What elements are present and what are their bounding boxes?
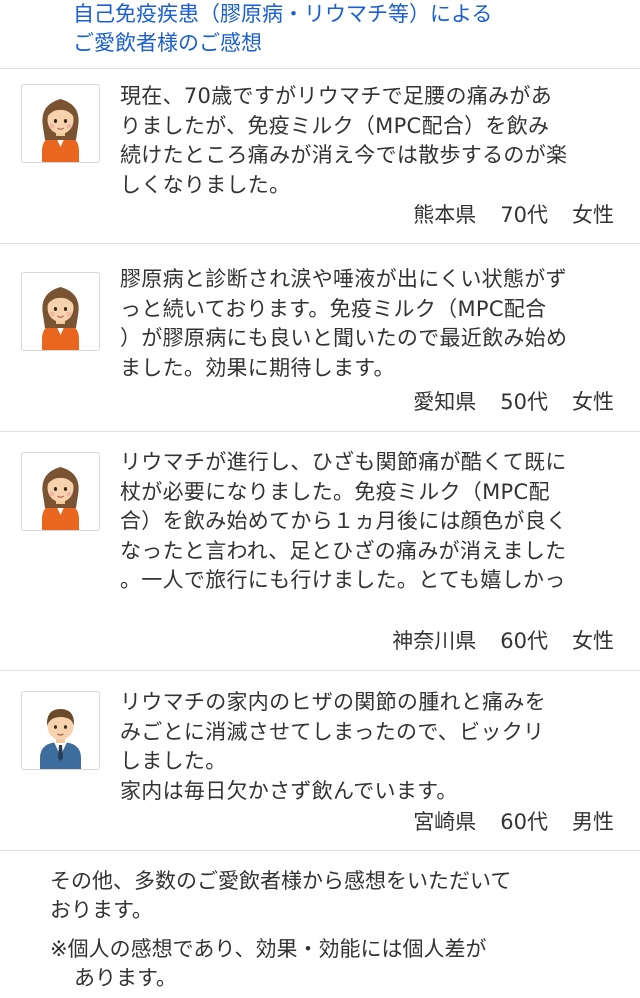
title-line: 自己免疫疾患（膠原病・リウマチ等）による <box>73 2 493 26</box>
footer-note: その他、多数のご愛飲者様から感想をいただいて おります。 <box>50 867 620 925</box>
testimonial-author: 宮崎県 60代 男性 <box>413 808 614 837</box>
testimonial-line: 続けたところ痛みが消え今では散歩するのが楽 <box>120 143 568 168</box>
testimonial-line: 。一人で旅行にも行けました。とても嬉しかっ <box>120 568 566 593</box>
author-gender: 女性 <box>572 390 614 414</box>
author-age: 70代 <box>500 203 548 227</box>
man-avatar-icon <box>21 691 100 770</box>
title-line: ご愛飲者様のご感想 <box>73 31 262 55</box>
footer-note-line: おります。 <box>50 898 153 922</box>
testimonial-line: しくなりました。 <box>120 172 291 197</box>
testimonial-text: 現在、70歳ですがリウマチで足腰の痛みがあ りましたが、免疫ミルク（MPC配合）… <box>120 82 630 200</box>
testimonial-author: 愛知県 50代 女性 <box>413 388 614 417</box>
author-gender: 女性 <box>572 203 614 227</box>
author-gender: 男性 <box>572 810 614 834</box>
testimonial-line: リウマチの家内のヒザの関節の腫れと痛みを <box>120 690 546 714</box>
author-age: 50代 <box>500 390 548 414</box>
woman-avatar-icon <box>21 452 100 531</box>
testimonial-text: 膠原病と診断され涙や唾液が出にくい状態がず っと続いております。免疫ミルク（MP… <box>120 265 630 383</box>
footer-note-line: その他、多数のご愛飲者様から感想をいただいて <box>50 869 512 893</box>
author-prefecture: 神奈川県 <box>392 629 477 653</box>
testimonial-line: ）が膠原病にも良いと聞いたので最近飲み始め <box>120 326 568 351</box>
testimonial-line: 杖が必要になりました。免疫ミルク（MPC配 <box>120 479 550 504</box>
woman-avatar-icon <box>21 84 100 163</box>
author-age: 60代 <box>500 810 548 834</box>
testimonial-author: 熊本県 70代 女性 <box>413 201 614 230</box>
disclaimer: ※個人の感想であり、効果・効能には個人差が あります。 <box>50 935 620 993</box>
divider <box>0 68 640 69</box>
testimonial-line: ました。効果に期待します。 <box>120 355 395 380</box>
page-title: 自己免疫疾患（膠原病・リウマチ等）による ご愛飲者様のご感想 <box>73 0 613 58</box>
testimonial-text: リウマチの家内のヒザの関節の腫れと痛みを みごとに消滅させてしまったので、ビック… <box>120 688 630 806</box>
testimonial-line: っと続いております。免疫ミルク（MPC配合 <box>120 296 547 321</box>
testimonial-text: リウマチが進行し、ひざも関節痛が酷くて既に 杖が必要になりました。免疫ミルク（M… <box>120 448 630 596</box>
divider <box>0 243 640 244</box>
disclaimer-line: あります。 <box>74 966 177 990</box>
testimonial-line: リウマチが進行し、ひざも関節痛が酷くて既に <box>120 450 567 474</box>
author-prefecture: 愛知県 <box>413 390 477 414</box>
testimonial-line: りましたが、免疫ミルク（MPC配合）を飲み <box>120 113 550 138</box>
testimonial-line: 現在、70歳ですがリウマチで足腰の痛みがあ <box>120 84 553 108</box>
author-age: 60代 <box>500 629 548 653</box>
testimonial-line: みごとに消滅させてしまったので、ビックリ <box>120 719 545 744</box>
testimonial-line: しました。 <box>120 749 227 774</box>
author-prefecture: 宮崎県 <box>413 810 477 834</box>
testimonial-line: 家内は毎日欠かさず飲んでいます。 <box>120 778 458 803</box>
divider <box>0 670 640 671</box>
testimonial-line: 膠原病と診断され涙や唾液が出にくい状態がず <box>120 267 567 291</box>
woman-avatar-icon <box>21 272 100 351</box>
author-prefecture: 熊本県 <box>413 203 477 227</box>
divider <box>0 431 640 432</box>
author-gender: 女性 <box>572 629 614 653</box>
testimonial-line: なったと言われ、足とひざの痛みが消えました <box>120 538 567 563</box>
testimonial-author: 神奈川県 60代 女性 <box>392 627 614 656</box>
disclaimer-line: ※個人の感想であり、効果・効能には個人差が <box>50 937 487 961</box>
testimonial-line: 合）を飲み始めてから１ヵ月後には顔色が良く <box>120 509 568 534</box>
divider <box>0 850 640 851</box>
